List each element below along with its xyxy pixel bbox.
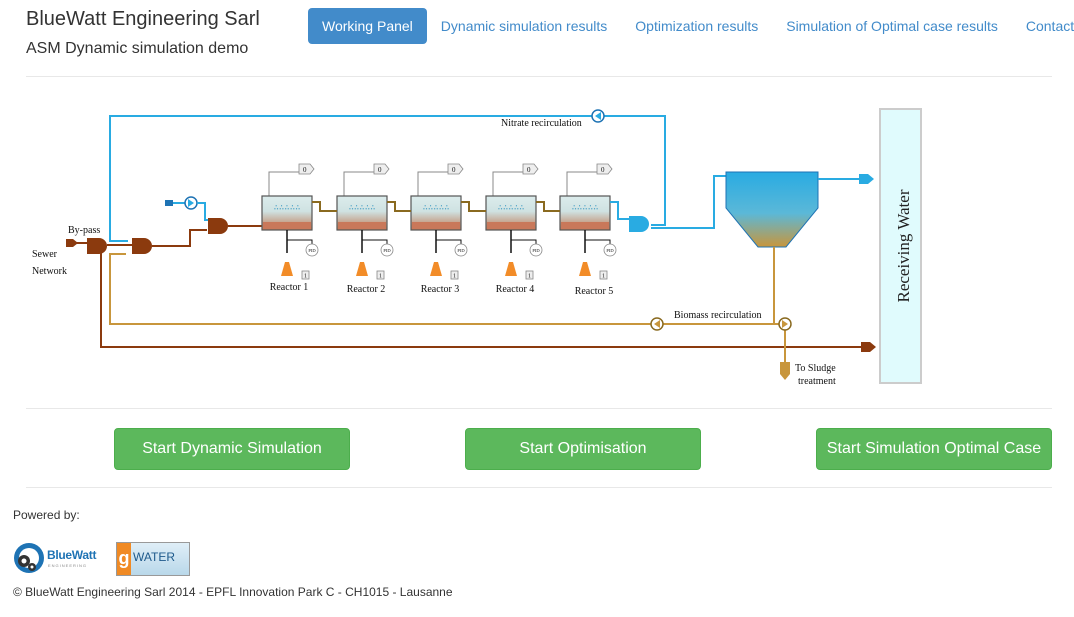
aerator-pump-icon bbox=[579, 262, 591, 276]
reactor-5-label: Reactor 5 bbox=[575, 286, 614, 297]
divider-middle bbox=[26, 408, 1052, 409]
bluewatt-logo[interactable]: BlueWatt ENGINEERING bbox=[13, 540, 105, 576]
gwater-logo-text: WATER bbox=[133, 550, 175, 564]
sludge-outlet-icon bbox=[780, 362, 790, 380]
nav-optimization-results[interactable]: Optimization results bbox=[621, 8, 772, 44]
svg-text:1: 1 bbox=[528, 274, 531, 280]
svg-text:0: 0 bbox=[527, 166, 531, 174]
clarifier-feed-pipe bbox=[651, 175, 728, 229]
start-optimal-case-button[interactable]: Start Simulation Optimal Case bbox=[816, 428, 1052, 470]
nav-contact[interactable]: Contact bbox=[1012, 8, 1074, 44]
reactor-3-label: Reactor 3 bbox=[421, 284, 460, 295]
reactor-3[interactable]: 0 ∴∴∴∴∴ PID 1 Reactor 3 bbox=[410, 163, 468, 295]
svg-text:∴∴∴∴∴: ∴∴∴∴∴ bbox=[422, 203, 449, 213]
reactor-link-pipe bbox=[387, 201, 411, 212]
nav-dynamic-results[interactable]: Dynamic simulation results bbox=[427, 8, 622, 44]
bluewatt-logo-text: BlueWatt bbox=[47, 548, 97, 562]
reactor-4[interactable]: 0 ∴∴∴∴∴ PID 1 Reactor 4 bbox=[485, 163, 543, 295]
secondary-clarifier[interactable] bbox=[725, 171, 819, 248]
reactor-1-label: Reactor 1 bbox=[270, 282, 309, 293]
sensor-output-icon bbox=[373, 163, 390, 175]
dosing-line bbox=[197, 202, 208, 221]
receiving-water-label: Receiving Water bbox=[894, 189, 913, 302]
aerator-pump-icon bbox=[281, 262, 293, 276]
svg-text:PID: PID bbox=[532, 248, 540, 253]
reactor-5[interactable]: 0 ∴∴∴∴∴ PID 1 Reactor 5 bbox=[559, 163, 617, 297]
mixer-to-reactor-pipe bbox=[152, 229, 207, 247]
sewer-label-line2: Network bbox=[32, 266, 67, 277]
start-dynamic-simulation-button[interactable]: Start Dynamic Simulation bbox=[114, 428, 350, 470]
divider-bottom bbox=[26, 487, 1052, 488]
reactor5-outlet-pipe bbox=[610, 201, 631, 220]
nav-optimal-case-results[interactable]: Simulation of Optimal case results bbox=[772, 8, 1012, 44]
reactor-1[interactable]: 0 ∴∴∴∴∴ PID 1 Reactor 1 bbox=[261, 163, 319, 293]
bluewatt-logo-subtext: ENGINEERING bbox=[48, 563, 88, 568]
aeration-mixer-icon bbox=[208, 218, 228, 234]
reactor-2[interactable]: 0 ∴∴∴∴∴ PID 1 Reactor 2 bbox=[336, 163, 394, 295]
svg-text:PID: PID bbox=[606, 248, 614, 253]
brand-subtitle: ASM Dynamic simulation demo bbox=[26, 40, 249, 57]
svg-text:1: 1 bbox=[379, 274, 382, 280]
process-diagram: Nitrate recirculation 0 ∴∴∴∴∴ PID 1 Reac… bbox=[32, 108, 922, 387]
mixer-junction-icon bbox=[132, 238, 152, 254]
reactor-link-pipe bbox=[536, 201, 560, 212]
svg-text:0: 0 bbox=[303, 166, 307, 174]
sludge-label-line1: To Sludge bbox=[795, 363, 836, 374]
svg-text:PID: PID bbox=[457, 248, 465, 253]
svg-text:0: 0 bbox=[452, 166, 456, 174]
svg-text:∴∴∴∴∴: ∴∴∴∴∴ bbox=[571, 203, 598, 213]
sludge-underflow-pipe bbox=[773, 247, 786, 362]
sensor-output-icon bbox=[298, 163, 315, 175]
sensor-output-icon bbox=[596, 163, 613, 175]
svg-text:0: 0 bbox=[378, 166, 382, 174]
nitrate-recirculation-label: Nitrate recirculation bbox=[501, 118, 582, 129]
aerator-pump-icon bbox=[430, 262, 442, 276]
reactor-link-pipe bbox=[461, 201, 486, 212]
bypass-junction-icon bbox=[87, 238, 107, 254]
start-optimisation-button[interactable]: Start Optimisation bbox=[465, 428, 701, 470]
svg-text:PID: PID bbox=[308, 248, 316, 253]
svg-text:∴∴∴∴∴: ∴∴∴∴∴ bbox=[348, 203, 375, 213]
main-nav: Working Panel Dynamic simulation results… bbox=[308, 8, 1074, 44]
sewer-label-line1: Sewer bbox=[32, 249, 58, 260]
svg-text:0: 0 bbox=[601, 166, 605, 174]
reactor-4-label: Reactor 4 bbox=[496, 284, 535, 295]
svg-text:PID: PID bbox=[383, 248, 391, 253]
sensor-output-icon bbox=[522, 163, 539, 175]
aerator-pump-icon bbox=[505, 262, 517, 276]
divider-top bbox=[26, 76, 1052, 77]
sensor-output-icon bbox=[447, 163, 464, 175]
svg-text:1: 1 bbox=[602, 274, 605, 280]
splitter-junction-icon bbox=[629, 216, 649, 232]
gwater-logo[interactable]: g WATER bbox=[116, 542, 190, 576]
bluewatt-gear-icon bbox=[14, 543, 44, 573]
biomass-recirculation-label: Biomass recirculation bbox=[674, 310, 761, 321]
svg-text:∴∴∴∴∴: ∴∴∴∴∴ bbox=[273, 203, 300, 213]
svg-text:1: 1 bbox=[453, 274, 456, 280]
svg-text:∴∴∴∴∴: ∴∴∴∴∴ bbox=[497, 203, 524, 213]
sewer-source-icon bbox=[66, 239, 78, 247]
aerator-pump-icon bbox=[356, 262, 368, 276]
bypass-pipe bbox=[100, 248, 862, 348]
bypass-outlet-icon bbox=[861, 342, 876, 352]
reactor-link-pipe bbox=[312, 201, 337, 212]
nav-working-panel[interactable]: Working Panel bbox=[308, 8, 427, 44]
reactor-group: 0 ∴∴∴∴∴ PID 1 Reactor 1 0 ∴∴∴∴∴ PID 1 Re… bbox=[261, 163, 617, 297]
brand-title: BlueWatt Engineering Sarl bbox=[26, 8, 260, 30]
gwater-logo-g: g bbox=[117, 543, 131, 575]
svg-text:1: 1 bbox=[304, 274, 307, 280]
powered-by-label: Powered by: bbox=[13, 508, 80, 522]
copyright-text: © BlueWatt Engineering Sarl 2014 - EPFL … bbox=[13, 585, 453, 599]
sludge-label-line2: treatment bbox=[798, 376, 836, 387]
bypass-label: By-pass bbox=[68, 225, 100, 236]
dosing-source-icon bbox=[165, 200, 173, 206]
effluent-outlet-icon bbox=[859, 174, 874, 184]
reactor-2-label: Reactor 2 bbox=[347, 284, 386, 295]
